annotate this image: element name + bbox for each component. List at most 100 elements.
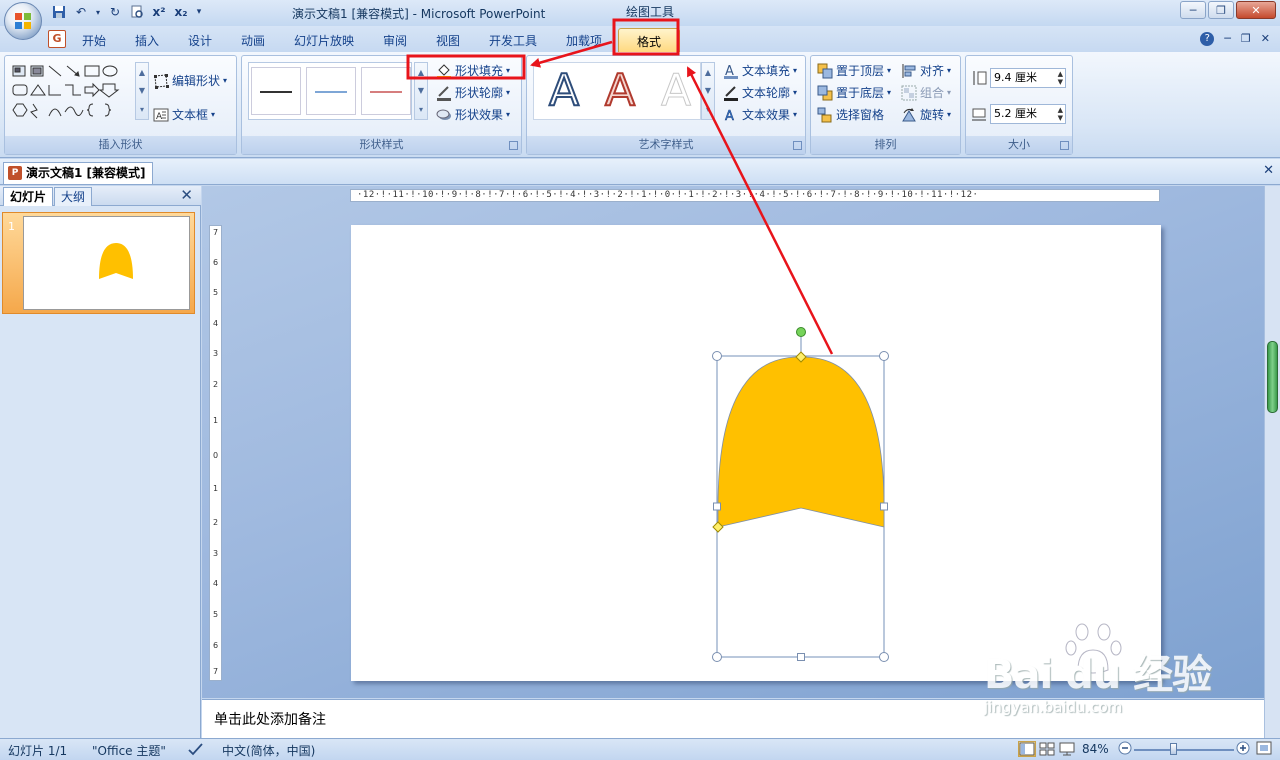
slide-canvas[interactable] xyxy=(351,225,1161,681)
arch-shape[interactable] xyxy=(717,356,885,528)
tab-animations[interactable]: 动画 xyxy=(241,32,265,49)
tab-view[interactable]: 视图 xyxy=(436,32,460,49)
resize-handle-e[interactable] xyxy=(880,502,888,511)
resize-handle-ne[interactable] xyxy=(879,351,889,361)
tab-slideshow[interactable]: 幻灯片放映 xyxy=(294,32,354,49)
zoom-in-icon[interactable] xyxy=(1236,741,1250,758)
document-close-icon[interactable]: ✕ xyxy=(1263,163,1274,178)
text-effects-button[interactable]: A 文本效果 ▾ xyxy=(723,106,797,123)
text-fill-button[interactable]: A 文本填充 ▾ xyxy=(723,62,797,79)
tab-outline[interactable]: 大纲 xyxy=(54,187,93,206)
help-icon[interactable]: ? xyxy=(1200,32,1215,46)
ribbon-close-icon[interactable]: ✕ xyxy=(1261,32,1270,46)
slide-thumbnail[interactable] xyxy=(23,216,190,310)
maximize-button[interactable]: ❐ xyxy=(1208,1,1234,19)
size-launcher-icon[interactable] xyxy=(1060,141,1069,150)
shape-style-dark[interactable] xyxy=(251,67,301,115)
zoom-out-icon[interactable] xyxy=(1118,741,1132,758)
wordart-gallery-scroll[interactable]: ▲ ▼ ▾ xyxy=(701,62,715,120)
text-outline-button[interactable]: 文本轮廓 ▾ xyxy=(723,84,797,101)
bring-to-front-button[interactable]: 置于顶层 ▾ xyxy=(817,62,891,79)
status-zoom[interactable]: 84% xyxy=(1082,742,1109,756)
shape-style-gallery[interactable] xyxy=(248,62,412,120)
window-title: 演示文稿1 [兼容模式] - Microsoft PowerPoint xyxy=(292,7,546,21)
superscript-icon[interactable]: x² xyxy=(150,3,168,21)
rotation-handle[interactable] xyxy=(796,327,806,337)
fit-to-window-icon[interactable] xyxy=(1256,741,1272,758)
ribbon: ▲ ▼ ▾ 编辑形状 ▾ A 文本框 ▾ 插入形状 ▲ ▼ ▾ 形状填充 ▾ 形… xyxy=(0,52,1280,158)
window-controls: ─ ❐ ✕ xyxy=(1180,1,1276,19)
zoom-slider[interactable] xyxy=(1134,749,1234,751)
align-button[interactable]: 对齐 ▾ xyxy=(901,62,951,79)
wordart-style-white[interactable]: A xyxy=(650,65,702,117)
shape-style-blue[interactable] xyxy=(306,67,356,115)
group-objects-button[interactable]: 组合 ▾ xyxy=(901,84,951,101)
undo-dropdown-icon[interactable]: ▾ xyxy=(94,3,102,21)
office-menu-icon[interactable]: G xyxy=(48,30,66,48)
tab-design[interactable]: 设计 xyxy=(188,32,212,49)
tab-slides[interactable]: 幻灯片 xyxy=(3,187,54,206)
slide-content xyxy=(712,327,889,662)
minimize-button[interactable]: ─ xyxy=(1180,1,1206,19)
shape-outline-button[interactable]: 形状轮廓 ▾ xyxy=(436,84,510,101)
status-language[interactable]: 中文(简体，中国) xyxy=(222,742,315,759)
tab-format[interactable]: 格式 xyxy=(618,28,680,52)
shape-height-input[interactable]: 9.4 厘米 ▲ ▼ xyxy=(990,68,1066,88)
shape-fill-button[interactable]: 形状填充 ▾ xyxy=(436,62,510,79)
send-to-back-icon xyxy=(817,85,833,101)
pane-close-icon[interactable]: ✕ xyxy=(180,186,193,204)
shape-gallery-scroll[interactable]: ▲ ▼ ▾ xyxy=(135,62,149,120)
width-spinner[interactable]: ▲ ▼ xyxy=(1058,106,1063,122)
vertical-scrollbar[interactable] xyxy=(1264,186,1280,738)
resize-handle-sw[interactable] xyxy=(712,652,722,662)
wordart-styles-launcher-icon[interactable] xyxy=(793,141,802,150)
tab-home[interactable]: 开始 xyxy=(82,32,106,49)
edit-shape-button[interactable]: 编辑形状 ▾ xyxy=(153,72,227,89)
document-tab[interactable]: P 演示文稿1 [兼容模式] xyxy=(3,162,153,184)
resize-handle-nw[interactable] xyxy=(712,351,722,361)
shape-style-scroll[interactable]: ▲ ▼ ▾ xyxy=(414,62,428,120)
tab-developer[interactable]: 开发工具 xyxy=(489,32,537,49)
close-button[interactable]: ✕ xyxy=(1236,1,1276,19)
office-button[interactable] xyxy=(4,2,42,40)
shape-width-input[interactable]: 5.2 厘米 ▲ ▼ xyxy=(990,104,1066,124)
thumbnail-shape xyxy=(99,243,133,279)
resize-handle-se[interactable] xyxy=(879,652,889,662)
ribbon-minimize-icon[interactable]: ─ xyxy=(1224,32,1231,46)
resize-handle-s[interactable] xyxy=(797,653,805,661)
watermark-url: jingyan.baidu.com xyxy=(984,698,1123,716)
undo-icon[interactable]: ↶ xyxy=(72,3,90,21)
zoom-slider-knob[interactable] xyxy=(1170,743,1177,755)
resize-handle-w[interactable] xyxy=(713,502,721,511)
svg-text:A: A xyxy=(156,112,163,122)
rotate-button[interactable]: 旋转 ▾ xyxy=(901,106,951,123)
normal-view-button[interactable] xyxy=(1018,741,1036,757)
normal-view-icon xyxy=(1019,742,1035,756)
send-to-back-button[interactable]: 置于底层 ▾ xyxy=(817,84,891,101)
redo-icon[interactable]: ↻ xyxy=(106,3,124,21)
shape-styles-launcher-icon[interactable] xyxy=(509,141,518,150)
text-box-button[interactable]: A 文本框 ▾ xyxy=(153,106,215,123)
spell-check-icon[interactable] xyxy=(188,742,204,759)
slideshow-button[interactable] xyxy=(1058,741,1076,757)
shape-style-red[interactable] xyxy=(361,67,411,115)
save-icon[interactable] xyxy=(50,3,68,21)
print-preview-icon[interactable] xyxy=(128,3,146,21)
wordart-gallery[interactable]: A A A xyxy=(533,62,701,120)
shape-gallery[interactable] xyxy=(11,62,135,122)
ribbon-restore-icon[interactable]: ❐ xyxy=(1241,32,1251,46)
subscript-icon[interactable]: x₂ xyxy=(172,3,190,21)
slideshow-icon xyxy=(1059,742,1075,756)
wordart-style-blue-outline[interactable]: A xyxy=(538,64,590,117)
tab-addins[interactable]: 加载项 xyxy=(566,32,602,49)
height-spinner[interactable]: ▲ ▼ xyxy=(1058,70,1063,86)
tab-review[interactable]: 审阅 xyxy=(383,32,407,49)
scrollbar-thumb[interactable] xyxy=(1267,341,1278,413)
bring-to-front-icon xyxy=(817,63,833,79)
tab-insert[interactable]: 插入 xyxy=(135,32,159,49)
slide-sorter-button[interactable] xyxy=(1038,741,1056,757)
selection-pane-button[interactable]: 选择窗格 xyxy=(817,106,884,123)
shape-effects-button[interactable]: 形状效果 ▾ xyxy=(436,106,510,123)
customize-qat-icon[interactable]: ▾ xyxy=(194,3,204,21)
wordart-style-red[interactable]: A xyxy=(594,64,646,117)
